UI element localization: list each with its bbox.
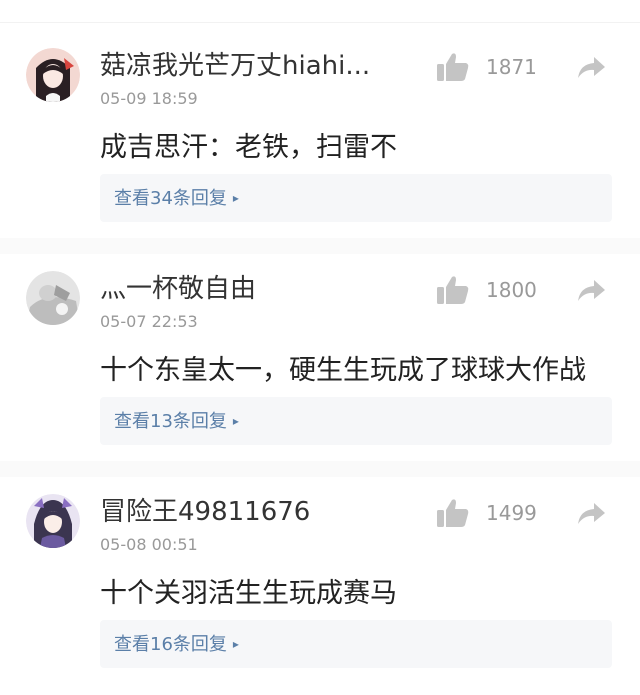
- view-replies-label: 查看13条回复: [114, 411, 227, 432]
- view-replies-label: 查看34条回复: [114, 188, 227, 209]
- thumbs-up-icon[interactable]: [436, 52, 470, 82]
- avatar[interactable]: [26, 494, 80, 548]
- avatar[interactable]: [26, 271, 80, 325]
- like-count: 1871: [486, 55, 537, 79]
- comment-item: 灬一杯敬自由 05-07 22:53 1800 十个东皇太一，硬生生玩成了球球大…: [0, 247, 640, 472]
- share-arrow-icon[interactable]: [576, 54, 606, 80]
- comment-timestamp: 05-08 00:51: [100, 535, 198, 554]
- username[interactable]: 菇凉我光芒万丈hiahi...: [100, 48, 370, 84]
- username[interactable]: 灬一杯敬自由: [100, 271, 256, 307]
- comment-timestamp: 05-09 18:59: [100, 89, 198, 108]
- view-replies-button[interactable]: 查看13条回复 ▸: [100, 397, 612, 445]
- comment-text: 十个东皇太一，硬生生玩成了球球大作战: [100, 355, 586, 386]
- view-replies-label: 查看16条回复: [114, 634, 227, 655]
- username[interactable]: 冒险王49811676: [100, 494, 310, 530]
- comment-item: 冒险王49811676 05-08 00:51 1499 十个关羽活生生玩成赛马…: [0, 470, 640, 695]
- view-replies-button[interactable]: 查看16条回复 ▸: [100, 620, 612, 668]
- share-arrow-icon[interactable]: [576, 500, 606, 526]
- comment-item: 菇凉我光芒万丈hiahi... 05-09 18:59 1871 成吉思汗：老铁…: [0, 24, 640, 249]
- like-count: 1800: [486, 278, 537, 302]
- avatar[interactable]: [26, 48, 80, 102]
- thumbs-up-icon[interactable]: [436, 498, 470, 528]
- chevron-right-icon: ▸: [232, 191, 239, 205]
- like-count: 1499: [486, 501, 537, 525]
- view-replies-button[interactable]: 查看34条回复 ▸: [100, 174, 612, 222]
- share-arrow-icon[interactable]: [576, 277, 606, 303]
- comment-timestamp: 05-07 22:53: [100, 312, 198, 331]
- comment-text: 十个关羽活生生玩成赛马: [100, 578, 397, 609]
- comment-text: 成吉思汗：老铁，扫雷不: [100, 132, 397, 163]
- chevron-right-icon: ▸: [232, 414, 239, 428]
- thumbs-up-icon[interactable]: [436, 275, 470, 305]
- chevron-right-icon: ▸: [232, 637, 239, 651]
- top-divider: [0, 0, 640, 23]
